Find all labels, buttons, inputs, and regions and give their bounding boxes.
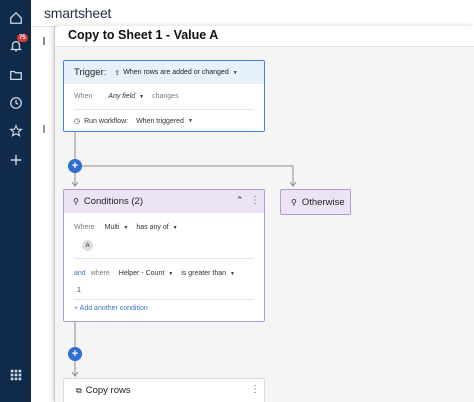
filter-icon: ⚲ [73, 197, 79, 206]
connector-line [82, 165, 294, 185]
condition-value-row: 1 [77, 287, 81, 294]
changes-label: changes [152, 93, 179, 100]
conditions-header: ⚲ Conditions (2) ⌃ ⋮ [64, 190, 264, 213]
left-nav: 75 [0, 0, 31, 402]
home-icon[interactable] [6, 8, 25, 27]
add-step-button[interactable]: + [68, 347, 82, 361]
chevron-down-icon[interactable]: ▼ [188, 118, 193, 124]
collapse-icon[interactable]: ⌃ [236, 195, 244, 206]
chevron-down-icon[interactable]: ▼ [168, 271, 173, 277]
trigger-header: Trigger: ⇪ When rows are added or change… [64, 61, 264, 84]
conditions-block[interactable]: ⚲ Conditions (2) ⌃ ⋮ Where Multi ▼ has a… [63, 189, 265, 322]
condition-row: and where Helper - Count ▼ is greater th… [74, 270, 235, 277]
condition-value-input[interactable]: 1 [77, 287, 81, 294]
condition-row: Where Multi ▼ has any of ▼ [74, 224, 178, 231]
chevron-down-icon[interactable]: ▼ [123, 225, 128, 231]
folder-icon[interactable] [6, 65, 25, 84]
more-options-icon[interactable]: ⋮ [250, 385, 260, 395]
background-divider [43, 37, 49, 45]
more-options-icon[interactable]: ⋮ [250, 196, 260, 206]
run-workflow-label: Run workflow: [84, 117, 129, 125]
upload-icon: ⇪ [114, 69, 121, 77]
workflow-editor-modal: Copy to Sheet 1 - Value A Trigger: ⇪ Whe… [55, 26, 474, 402]
apps-grid-icon[interactable] [6, 365, 25, 384]
otherwise-label: Otherwise [301, 196, 345, 208]
when-label: When [74, 93, 93, 100]
where-label: where [90, 270, 110, 277]
condition-field-dropdown[interactable]: Multi [105, 224, 120, 231]
divider [74, 109, 254, 110]
bell-icon[interactable]: 75 [6, 34, 28, 55]
chevron-down-icon[interactable]: ▼ [139, 94, 144, 100]
condition-operator-dropdown[interactable]: has any of [136, 224, 168, 231]
background-divider [43, 125, 49, 133]
condition-operator-dropdown[interactable]: is greater than [181, 270, 226, 277]
clock-icon[interactable] [6, 93, 25, 112]
copy-rows-action-block[interactable]: ⧉ Copy rows ⋮ [63, 378, 265, 402]
conditions-title: Conditions (2) [83, 196, 143, 207]
chevron-down-icon[interactable]: ▼ [173, 225, 178, 231]
trigger-label: Trigger: [74, 67, 107, 78]
plus-icon[interactable] [6, 150, 25, 169]
chevron-down-icon[interactable]: ▼ [230, 271, 235, 277]
and-connector[interactable]: and [74, 270, 86, 277]
background-panel [31, 27, 55, 402]
otherwise-block[interactable]: ⚲ Otherwise [280, 189, 351, 215]
field-dropdown[interactable]: Any field [108, 93, 135, 100]
divider [74, 299, 254, 300]
value-chip[interactable]: A [82, 240, 93, 251]
add-condition-link[interactable]: + Add another condition [74, 305, 148, 312]
run-workflow-dropdown[interactable]: When triggered [136, 118, 184, 125]
trigger-when-row: When Any field ▼ changes [74, 93, 179, 100]
trigger-event-dropdown[interactable]: When rows are added or changed [123, 69, 228, 76]
action-label: Copy rows [85, 385, 131, 396]
clock-icon: ◷ [74, 118, 81, 125]
brand-logo: smartsheet [44, 5, 112, 21]
divider [74, 258, 254, 259]
add-step-button[interactable]: + [68, 159, 82, 173]
run-workflow-row: ◷ Run workflow: When triggered ▼ [74, 117, 193, 126]
action-header: ⧉ Copy rows [76, 385, 131, 396]
copy-icon: ⧉ [76, 385, 82, 395]
condition-value-row: A [82, 240, 93, 251]
notification-badge: 75 [17, 34, 28, 42]
where-label: Where [74, 224, 95, 231]
star-icon[interactable] [6, 121, 25, 140]
trigger-block[interactable]: Trigger: ⇪ When rows are added or change… [63, 60, 265, 132]
chevron-down-icon[interactable]: ▼ [233, 70, 238, 76]
filter-icon: ⚲ [291, 197, 297, 207]
condition-field-dropdown[interactable]: Helper - Count [119, 270, 165, 277]
